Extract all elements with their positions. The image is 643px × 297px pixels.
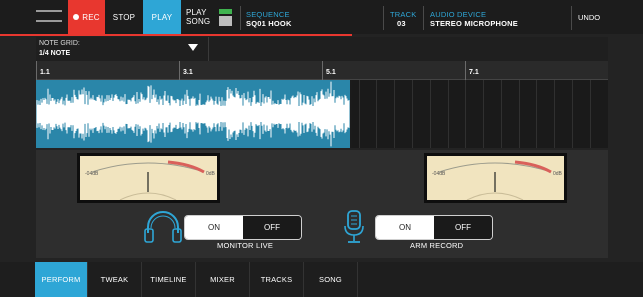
stop-button[interactable]: STOP bbox=[108, 0, 140, 34]
record-dot-icon bbox=[73, 14, 80, 20]
toolbar-divider bbox=[571, 6, 572, 30]
monitor-live-caption: MONITOR LIVE bbox=[217, 241, 274, 250]
dropdown-triangle-icon[interactable] bbox=[188, 44, 198, 51]
undo-button[interactable]: UNDO bbox=[578, 13, 600, 22]
tab-mixer[interactable]: MIXER bbox=[196, 262, 250, 297]
track-value[interactable]: 03 bbox=[397, 19, 406, 28]
vu-low-label: -04dB bbox=[432, 171, 446, 177]
ruler-mark: 5.1 bbox=[322, 61, 336, 80]
sequence-label: SEQUENCE bbox=[246, 10, 290, 19]
arm-on-option[interactable]: ON bbox=[376, 216, 434, 239]
vu-meter-scale bbox=[91, 160, 205, 200]
headphones-icon bbox=[144, 211, 182, 243]
tab-tracks[interactable]: TRACKS bbox=[250, 262, 304, 297]
toolbar-divider bbox=[383, 6, 384, 30]
record-button[interactable]: REC bbox=[68, 0, 105, 34]
note-grid-value: 1/4 NOTE bbox=[39, 50, 71, 57]
microphone-icon bbox=[344, 210, 364, 243]
top-toolbar: REC STOP PLAY PLAY SONG SEQUENCE SQ01 HO… bbox=[0, 0, 643, 34]
sequence-value[interactable]: SQ01 HOOK bbox=[246, 19, 292, 28]
stop-label: STOP bbox=[112, 12, 136, 22]
tab-song[interactable]: SONG bbox=[304, 262, 358, 297]
record-label: REC bbox=[82, 12, 100, 22]
play-song-button[interactable]: PLAY SONG bbox=[186, 0, 214, 34]
monitor-off-option[interactable]: OFF bbox=[243, 216, 301, 239]
audio-device-label: AUDIO DEVICE bbox=[430, 10, 487, 19]
arm-off-option[interactable]: OFF bbox=[434, 216, 492, 239]
note-grid-label: NOTE GRID: bbox=[39, 40, 80, 47]
vu-high-label: 0dB bbox=[206, 171, 215, 177]
tab-perform[interactable]: PERFORM bbox=[35, 262, 88, 297]
menu-icon[interactable] bbox=[36, 6, 64, 28]
arm-record-toggle[interactable]: ON OFF bbox=[375, 215, 493, 240]
monitor-on-option[interactable]: ON bbox=[185, 216, 243, 239]
play-song-label-line1: PLAY bbox=[186, 8, 207, 17]
audio-waveform[interactable] bbox=[36, 80, 352, 148]
play-button[interactable]: PLAY bbox=[143, 0, 181, 34]
track-label: TRACK bbox=[390, 10, 417, 19]
vu-meter-left: -04dB 0dB bbox=[77, 153, 220, 203]
bar-ruler[interactable]: 1.1 3.1 5.1 7.1 bbox=[36, 61, 608, 80]
vu-high-label: 0dB bbox=[553, 171, 562, 177]
playhead[interactable] bbox=[350, 80, 352, 148]
play-label: PLAY bbox=[151, 12, 173, 22]
input-monitor-panel: -04dB 0dB -04dB 0dB ON OFF MONITOR LIVE bbox=[36, 150, 608, 258]
tab-tweak[interactable]: TWEAK bbox=[88, 262, 142, 297]
arm-record-caption: ARM RECORD bbox=[410, 241, 464, 250]
timeline-track[interactable] bbox=[36, 80, 608, 148]
ruler-mark: 3.1 bbox=[179, 61, 193, 80]
vu-meter-right: -04dB 0dB bbox=[424, 153, 567, 203]
waveform-graphic bbox=[36, 81, 350, 147]
play-song-label-line2: SONG bbox=[186, 17, 211, 26]
toolbar-divider bbox=[423, 6, 424, 30]
vu-low-label: -04dB bbox=[85, 171, 99, 177]
vu-meter-scale bbox=[438, 160, 552, 200]
toolbar-divider bbox=[240, 6, 241, 30]
bottom-navigation: PERFORM TWEAK TIMELINE MIXER TRACKS SONG bbox=[0, 262, 643, 297]
ruler-mark: 7.1 bbox=[465, 61, 479, 80]
tab-timeline[interactable]: TIMELINE bbox=[142, 262, 196, 297]
audio-device-value[interactable]: STEREO MICROPHONE bbox=[430, 19, 518, 28]
note-grid-selector[interactable]: NOTE GRID: 1/4 NOTE bbox=[36, 37, 608, 61]
monitor-live-toggle[interactable]: ON OFF bbox=[184, 215, 302, 240]
ruler-mark: 1.1 bbox=[36, 61, 50, 80]
record-progress-bar bbox=[0, 34, 352, 36]
song-mode-icon[interactable] bbox=[219, 9, 232, 26]
